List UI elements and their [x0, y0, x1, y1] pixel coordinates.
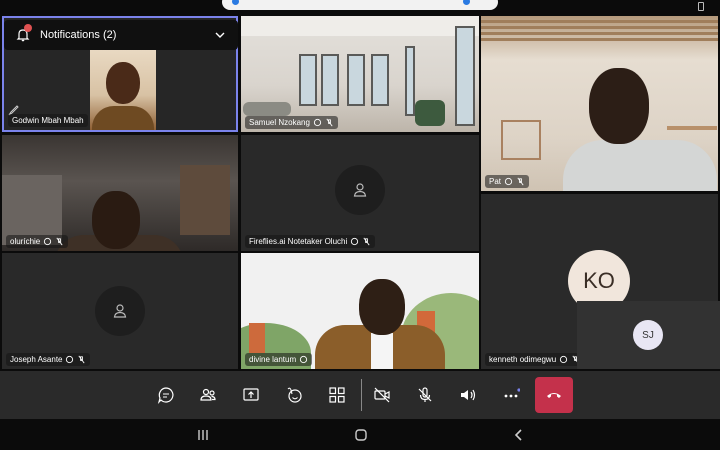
hang-up-icon — [547, 393, 561, 398]
status-bar — [0, 0, 720, 14]
chevron-down-icon[interactable] — [214, 29, 226, 41]
self-view-tile[interactable]: SJ — [577, 301, 720, 369]
back-icon[interactable] — [511, 427, 527, 443]
share-screen-icon — [243, 388, 259, 401]
hand-raise-icon — [351, 237, 359, 246]
participant-name: Pat — [489, 177, 502, 186]
view-grid-icon — [329, 387, 345, 403]
mic-indicator-icon — [463, 0, 470, 5]
mic-toggle-button[interactable] — [413, 383, 437, 407]
participant-name-tag: Godwin Mbah Mbah — [8, 114, 88, 127]
person-icon — [113, 304, 127, 318]
hand-raise-icon — [66, 355, 74, 364]
notification-badge — [24, 24, 32, 32]
self-avatar-initials: SJ — [633, 320, 663, 350]
participant-tile-divine[interactable]: divine lantum — [241, 253, 479, 369]
participant-tile-oluri[interactable]: oluríchie — [2, 135, 238, 251]
chat-icon — [157, 387, 174, 404]
notifications-label: Notifications (2) — [40, 29, 117, 41]
participant-name: Joseph Asante — [10, 355, 63, 364]
hand-raise-icon — [504, 177, 513, 186]
person-icon — [353, 183, 367, 197]
participant-tile-fireflies[interactable]: Fireflies.ai Notetaker Oluchi — [241, 135, 479, 251]
people-button[interactable] — [196, 383, 220, 407]
hand-raise-icon — [313, 118, 322, 127]
camera-toggle-button[interactable] — [370, 383, 394, 407]
notifications-bar[interactable]: Notifications (2) — [4, 20, 238, 50]
participant-name: Fireflies.ai Notetaker Oluchi — [249, 237, 348, 246]
people-icon — [200, 388, 216, 401]
hand-raise-icon — [560, 355, 568, 364]
more-icon — [504, 388, 520, 398]
recent-apps-icon[interactable] — [195, 427, 211, 443]
participant-name-tag: oluríchie — [6, 235, 69, 248]
participant-avatar — [95, 286, 145, 336]
mic-off-icon — [418, 387, 432, 402]
participant-name-tag: Samuel Nzokang — [245, 116, 338, 129]
system-nav-bar — [0, 419, 720, 450]
participant-name-tag: divine lantum — [245, 353, 313, 366]
speaker-button[interactable] — [456, 383, 480, 407]
call-pill[interactable] — [222, 0, 498, 10]
participant-name: kenneth odimegwu — [489, 355, 557, 364]
participant-tile-samuel[interactable]: Samuel Nzokang — [241, 16, 479, 132]
participant-name: Godwin Mbah Mbah — [12, 116, 84, 125]
battery-icon — [698, 2, 704, 11]
participant-name-tag: Pat — [485, 175, 530, 188]
toolbar-divider — [361, 379, 362, 411]
participant-name: oluríchie — [10, 237, 41, 246]
participant-video — [563, 68, 717, 191]
hand-raise-icon — [300, 355, 308, 364]
participant-name-tag: Joseph Asante — [6, 353, 91, 366]
participant-video — [90, 50, 156, 130]
bell-icon — [16, 24, 32, 42]
participant-name-tag: kenneth odimegwu — [485, 353, 585, 366]
meeting-toolbar — [0, 371, 720, 419]
home-icon[interactable] — [353, 427, 369, 443]
speaker-icon — [461, 389, 476, 401]
participant-tile-joseph[interactable]: Joseph Asante — [2, 253, 238, 369]
mic-off-icon — [363, 237, 370, 246]
participant-name: Samuel Nzokang — [249, 118, 310, 127]
reactions-icon — [287, 387, 302, 403]
mic-off-icon — [56, 237, 63, 246]
mic-off-icon — [326, 118, 333, 127]
leave-call-button[interactable] — [535, 377, 573, 413]
participant-tile-pat[interactable]: Pat — [481, 16, 718, 191]
share-screen-button[interactable] — [239, 383, 263, 407]
participant-name: divine lantum — [249, 355, 297, 364]
more-options-button[interactable] — [499, 383, 523, 407]
view-button[interactable] — [325, 383, 349, 407]
camera-off-icon — [374, 387, 390, 403]
mic-off-icon — [78, 355, 86, 364]
chat-button[interactable] — [154, 383, 178, 407]
participant-name-tag: Fireflies.ai Notetaker Oluchi — [245, 235, 376, 248]
mic-off-icon — [517, 177, 524, 186]
call-indicator-icon — [232, 0, 239, 5]
reactions-button[interactable] — [282, 383, 306, 407]
participant-avatar — [335, 165, 385, 215]
hand-raise-icon — [44, 237, 52, 246]
